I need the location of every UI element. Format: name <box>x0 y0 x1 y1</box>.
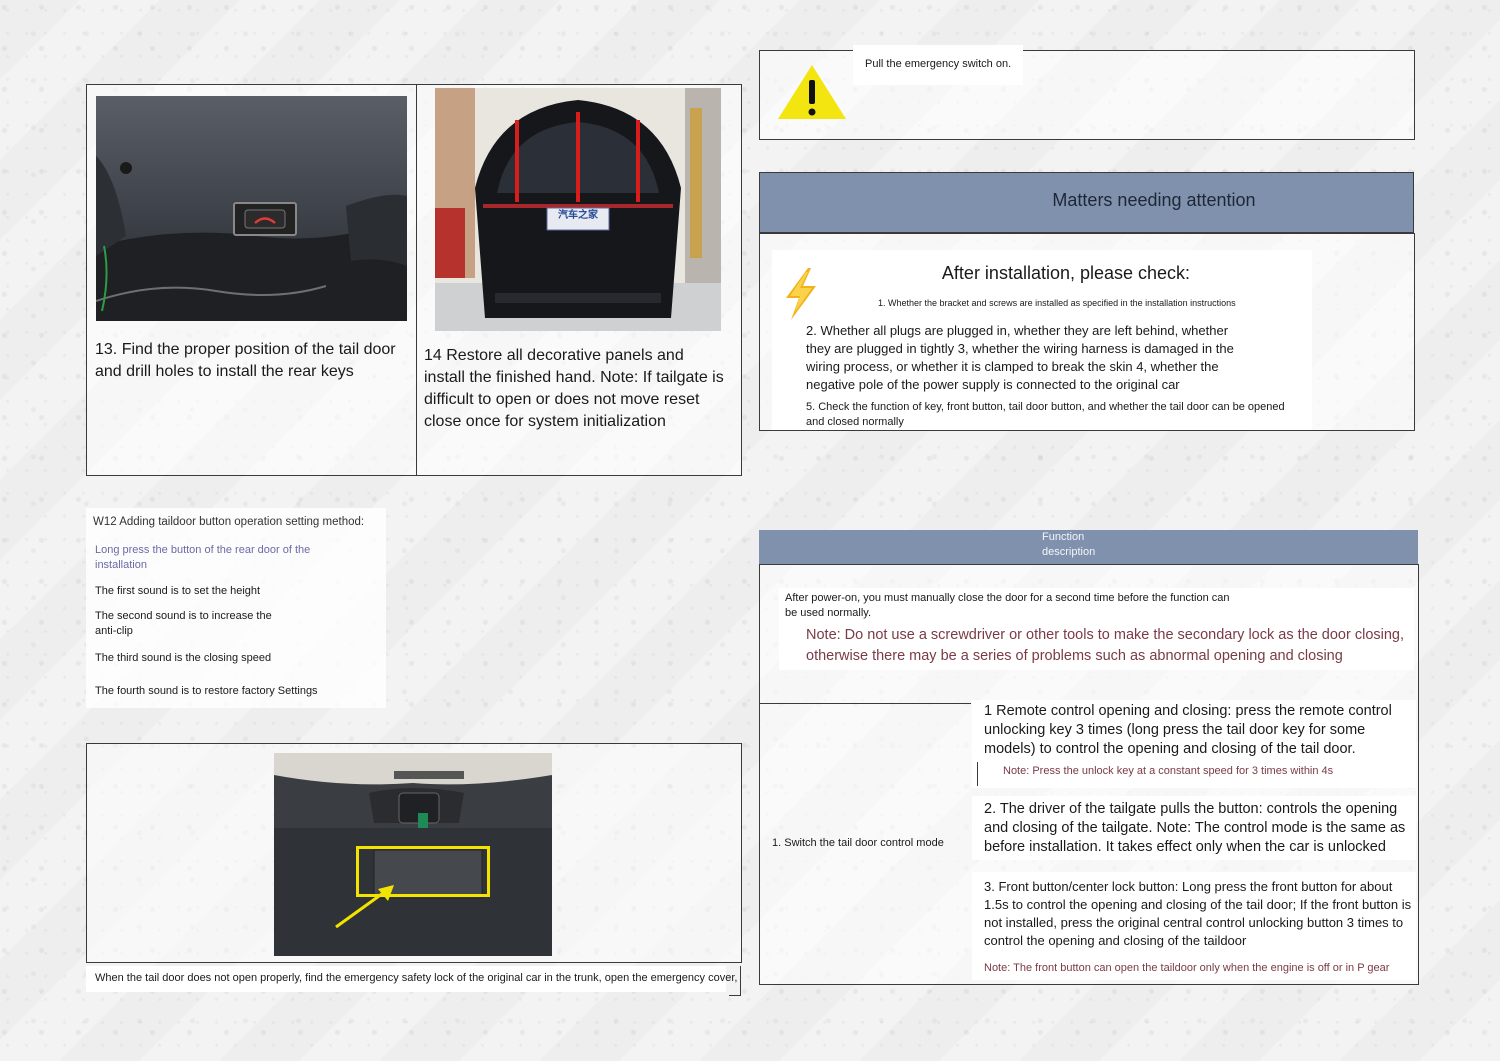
warning-text: Pull the emergency switch on. <box>865 58 1012 70</box>
step14-caption: 14 Restore all decorative panels and ins… <box>424 347 724 430</box>
emergency-caption-underline <box>729 995 741 996</box>
setting-item-factory-reset: The fourth sound is to restore factory S… <box>95 685 318 697</box>
tail-door-button-icon <box>233 202 297 236</box>
mode-2-text: 2. The driver of the tailgate pulls the … <box>984 801 1406 855</box>
mode-1-note-marker <box>977 762 978 786</box>
screwdriver-note: Note: Do not use a screwdriver or other … <box>806 627 1405 664</box>
mode-3-text: 3. Front button/center lock button: Long… <box>984 879 1412 948</box>
rod-center <box>576 112 580 202</box>
power-on-note: After power-on, you must manually close … <box>785 592 1230 619</box>
button-settings-block <box>86 508 386 708</box>
setting-item-closing-speed: The third sound is the closing speed <box>95 652 272 664</box>
button-settings-heading: W12 Adding taildoor button operation set… <box>93 516 365 528</box>
step14-photo: 汽车之家 <box>435 88 721 331</box>
mode-table-top-border <box>759 703 971 704</box>
license-plate-text: 汽车之家 <box>558 210 598 221</box>
emergency-caption-border <box>740 966 741 996</box>
mode-1-text: 1 Remote control opening and closing: pr… <box>984 703 1392 757</box>
function-title: Function description <box>1042 531 1096 558</box>
mode-1-note: Note: Press the unlock key at a constant… <box>1003 765 1334 777</box>
emergency-caption: When the tail door does not open properl… <box>95 972 738 984</box>
step13-photo <box>96 96 407 321</box>
step13-caption: 13. Find the proper position of the tail… <box>95 341 396 380</box>
lightning-icon <box>778 266 824 322</box>
check-title: After installation, please check: <box>941 263 1191 283</box>
mode-label: 1. Switch the tail door control mode <box>772 837 944 849</box>
mode-3-note: Note: The front button can open the tail… <box>984 962 1390 974</box>
rod-left <box>515 120 519 202</box>
warning-triangle-icon <box>776 62 848 122</box>
long-press-instruction: Long press the button of the rear door o… <box>95 544 311 571</box>
attention-title: Matters needing attention <box>1052 190 1256 210</box>
arrow-icon <box>332 881 402 931</box>
check-item-5: 5. Check the function of key, front butt… <box>806 401 1285 428</box>
setting-item-anti-clip: The second sound is to increase the anti… <box>95 610 272 637</box>
install-steps-divider <box>416 84 417 475</box>
check-item-2: 2. Whether all plugs are plugged in, whe… <box>806 323 1234 392</box>
emergency-photo <box>274 753 552 956</box>
setting-item-height: The first sound is to set the height <box>95 585 261 597</box>
rod-right <box>636 120 640 202</box>
check-item-1: 1. Whether the bracket and screws are in… <box>878 298 1236 308</box>
